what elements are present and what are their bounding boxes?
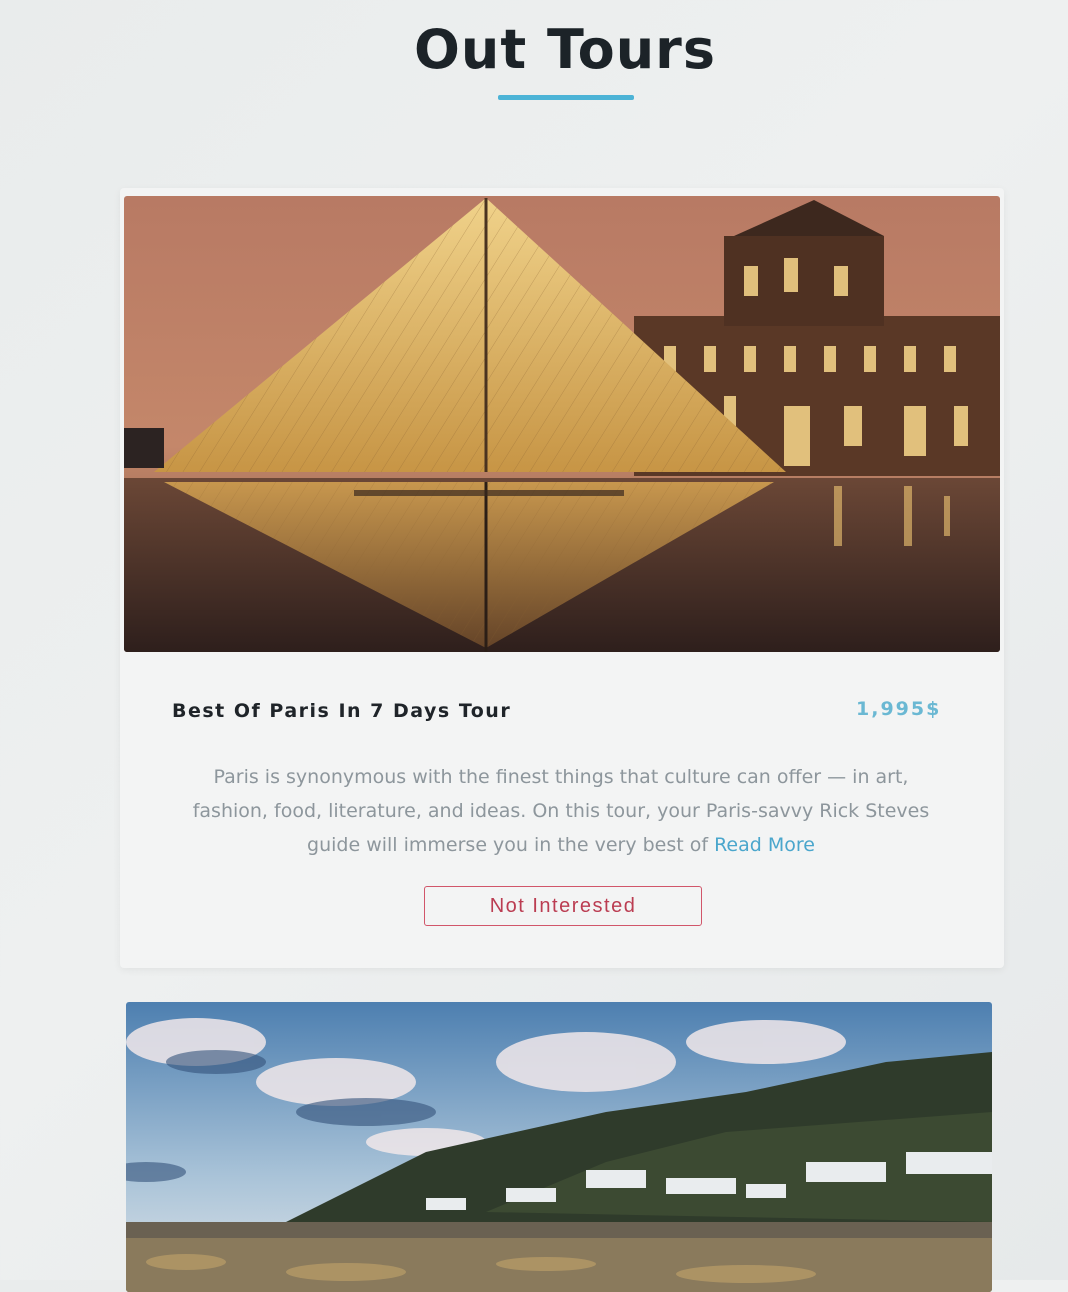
tour-description: Paris is synonymous with the finest thin… [176, 760, 946, 862]
coastal-town-photo[interactable] [126, 1002, 992, 1292]
tour-title: Best Of Paris In 7 Days Tour [172, 700, 512, 722]
tour-price: 1,995$ [856, 698, 942, 720]
louvre-pyramid-photo[interactable] [124, 196, 1000, 652]
page-title: Out Tours [414, 18, 716, 81]
not-interested-button[interactable]: Not Interested [424, 886, 702, 926]
tour-description-text: Paris is synonymous with the finest thin… [192, 766, 930, 856]
read-more-link[interactable]: Read More [714, 834, 815, 856]
title-underline [498, 95, 634, 100]
